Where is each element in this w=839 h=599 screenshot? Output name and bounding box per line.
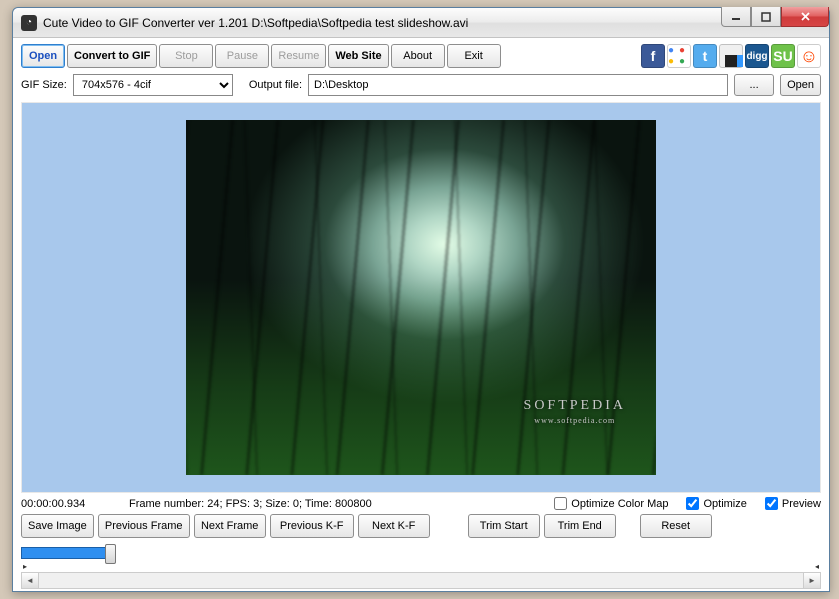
previous-kf-button[interactable]: Previous K-F: [270, 514, 354, 538]
status-row: 00:00:00.934 Frame number: 24; FPS: 3; S…: [13, 493, 829, 512]
output-file-input[interactable]: [308, 74, 728, 96]
slider-fill: [21, 547, 111, 559]
gif-size-label: GIF Size:: [21, 79, 67, 91]
scroll-right-button[interactable]: ►: [803, 573, 820, 588]
options-row: GIF Size: 704x576 - 4cif Output file: ..…: [13, 72, 829, 102]
trim-start-button[interactable]: Trim Start: [468, 514, 540, 538]
output-file-label: Output file:: [249, 79, 302, 91]
optimize-colormap-input[interactable]: [554, 497, 567, 510]
open-button[interactable]: Open: [21, 44, 65, 68]
optimize-input[interactable]: [686, 497, 699, 510]
digg-icon[interactable]: digg: [745, 44, 769, 68]
resume-button[interactable]: Resume: [271, 44, 326, 68]
next-frame-button[interactable]: Next Frame: [194, 514, 266, 538]
preview-checkbox[interactable]: Preview: [765, 497, 821, 510]
next-kf-button[interactable]: Next K-F: [358, 514, 430, 538]
reset-button[interactable]: Reset: [640, 514, 712, 538]
preview-area: SOFTPEDIA www.softpedia.com: [21, 102, 821, 493]
gif-size-select[interactable]: 704x576 - 4cif: [73, 74, 233, 96]
timeline-slider[interactable]: ▸◂: [21, 544, 821, 566]
twitter-icon[interactable]: t: [693, 44, 717, 68]
time-display: 00:00:00.934: [21, 498, 111, 510]
trim-end-button[interactable]: Trim End: [544, 514, 616, 538]
previous-frame-button[interactable]: Previous Frame: [98, 514, 190, 538]
horizontal-scrollbar[interactable]: ◄ ►: [21, 572, 821, 589]
watermark-subtext: www.softpedia.com: [524, 416, 626, 425]
stumbleupon-icon[interactable]: SU: [771, 44, 795, 68]
optimize-checkbox[interactable]: Optimize: [686, 497, 746, 510]
scroll-left-button[interactable]: ◄: [22, 573, 39, 588]
maximize-button[interactable]: [751, 7, 781, 27]
frame-info: Frame number: 24; FPS: 3; Size: 0; Time:…: [129, 498, 536, 510]
pause-button[interactable]: Pause: [215, 44, 269, 68]
convert-button[interactable]: Convert to GIF: [67, 44, 157, 68]
exit-button[interactable]: Exit: [447, 44, 501, 68]
window-title: Cute Video to GIF Converter ver 1.201 D:…: [43, 16, 829, 30]
minimize-button[interactable]: [721, 7, 751, 27]
watermark-text: SOFTPEDIA: [524, 398, 626, 414]
timeline-row: ▸◂: [13, 542, 829, 572]
main-toolbar: Open Convert to GIF Stop Pause Resume We…: [13, 38, 829, 72]
frame-controls: Save Image Previous Frame Next Frame Pre…: [13, 512, 829, 542]
preview-input[interactable]: [765, 497, 778, 510]
app-window: ◔ Cute Video to GIF Converter ver 1.201 …: [12, 7, 830, 592]
about-button[interactable]: About: [391, 44, 445, 68]
save-image-button[interactable]: Save Image: [21, 514, 94, 538]
video-preview: SOFTPEDIA www.softpedia.com: [186, 120, 656, 475]
close-button[interactable]: [781, 7, 829, 27]
watermark: SOFTPEDIA www.softpedia.com: [524, 398, 626, 425]
reddit-icon[interactable]: ☺: [797, 44, 821, 68]
browse-button[interactable]: ...: [734, 74, 774, 96]
facebook-icon[interactable]: f: [641, 44, 665, 68]
delicious-icon[interactable]: [719, 44, 743, 68]
website-button[interactable]: Web Site: [328, 44, 388, 68]
slider-ticks: ▸◂: [21, 562, 821, 571]
titlebar: ◔ Cute Video to GIF Converter ver 1.201 …: [13, 8, 829, 38]
app-icon: ◔: [21, 15, 37, 31]
stop-button[interactable]: Stop: [159, 44, 213, 68]
slider-thumb[interactable]: [105, 544, 116, 564]
google-icon[interactable]: ●●●●: [667, 44, 691, 68]
social-bar: f ●●●● t digg SU ☺: [641, 44, 821, 68]
optimize-colormap-checkbox[interactable]: Optimize Color Map: [554, 497, 668, 510]
open-output-button[interactable]: Open: [780, 74, 821, 96]
